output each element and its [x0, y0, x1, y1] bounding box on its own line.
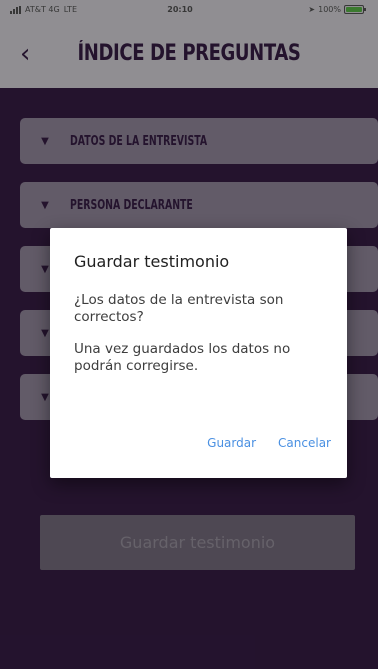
dialog-body: ¿Los datos de la entrevista son correcto…	[74, 292, 334, 390]
dialog-confirm-button[interactable]: Guardar	[207, 436, 256, 450]
save-dialog: Guardar testimonio ¿Los datos de la entr…	[50, 228, 347, 478]
dialog-cancel-button[interactable]: Cancelar	[278, 436, 331, 450]
app-screen: AT&T 4G LTE 20:10 ➤ 100% ‹ ÍNDICE DE PRE…	[0, 0, 378, 669]
dialog-message-question: ¿Los datos de la entrevista son correcto…	[74, 292, 284, 325]
dialog-title: Guardar testimonio	[74, 252, 230, 271]
dialog-actions: Guardar Cancelar	[207, 436, 331, 450]
dialog-message-warning: Una vez guardados los datos no podrán co…	[74, 341, 291, 374]
